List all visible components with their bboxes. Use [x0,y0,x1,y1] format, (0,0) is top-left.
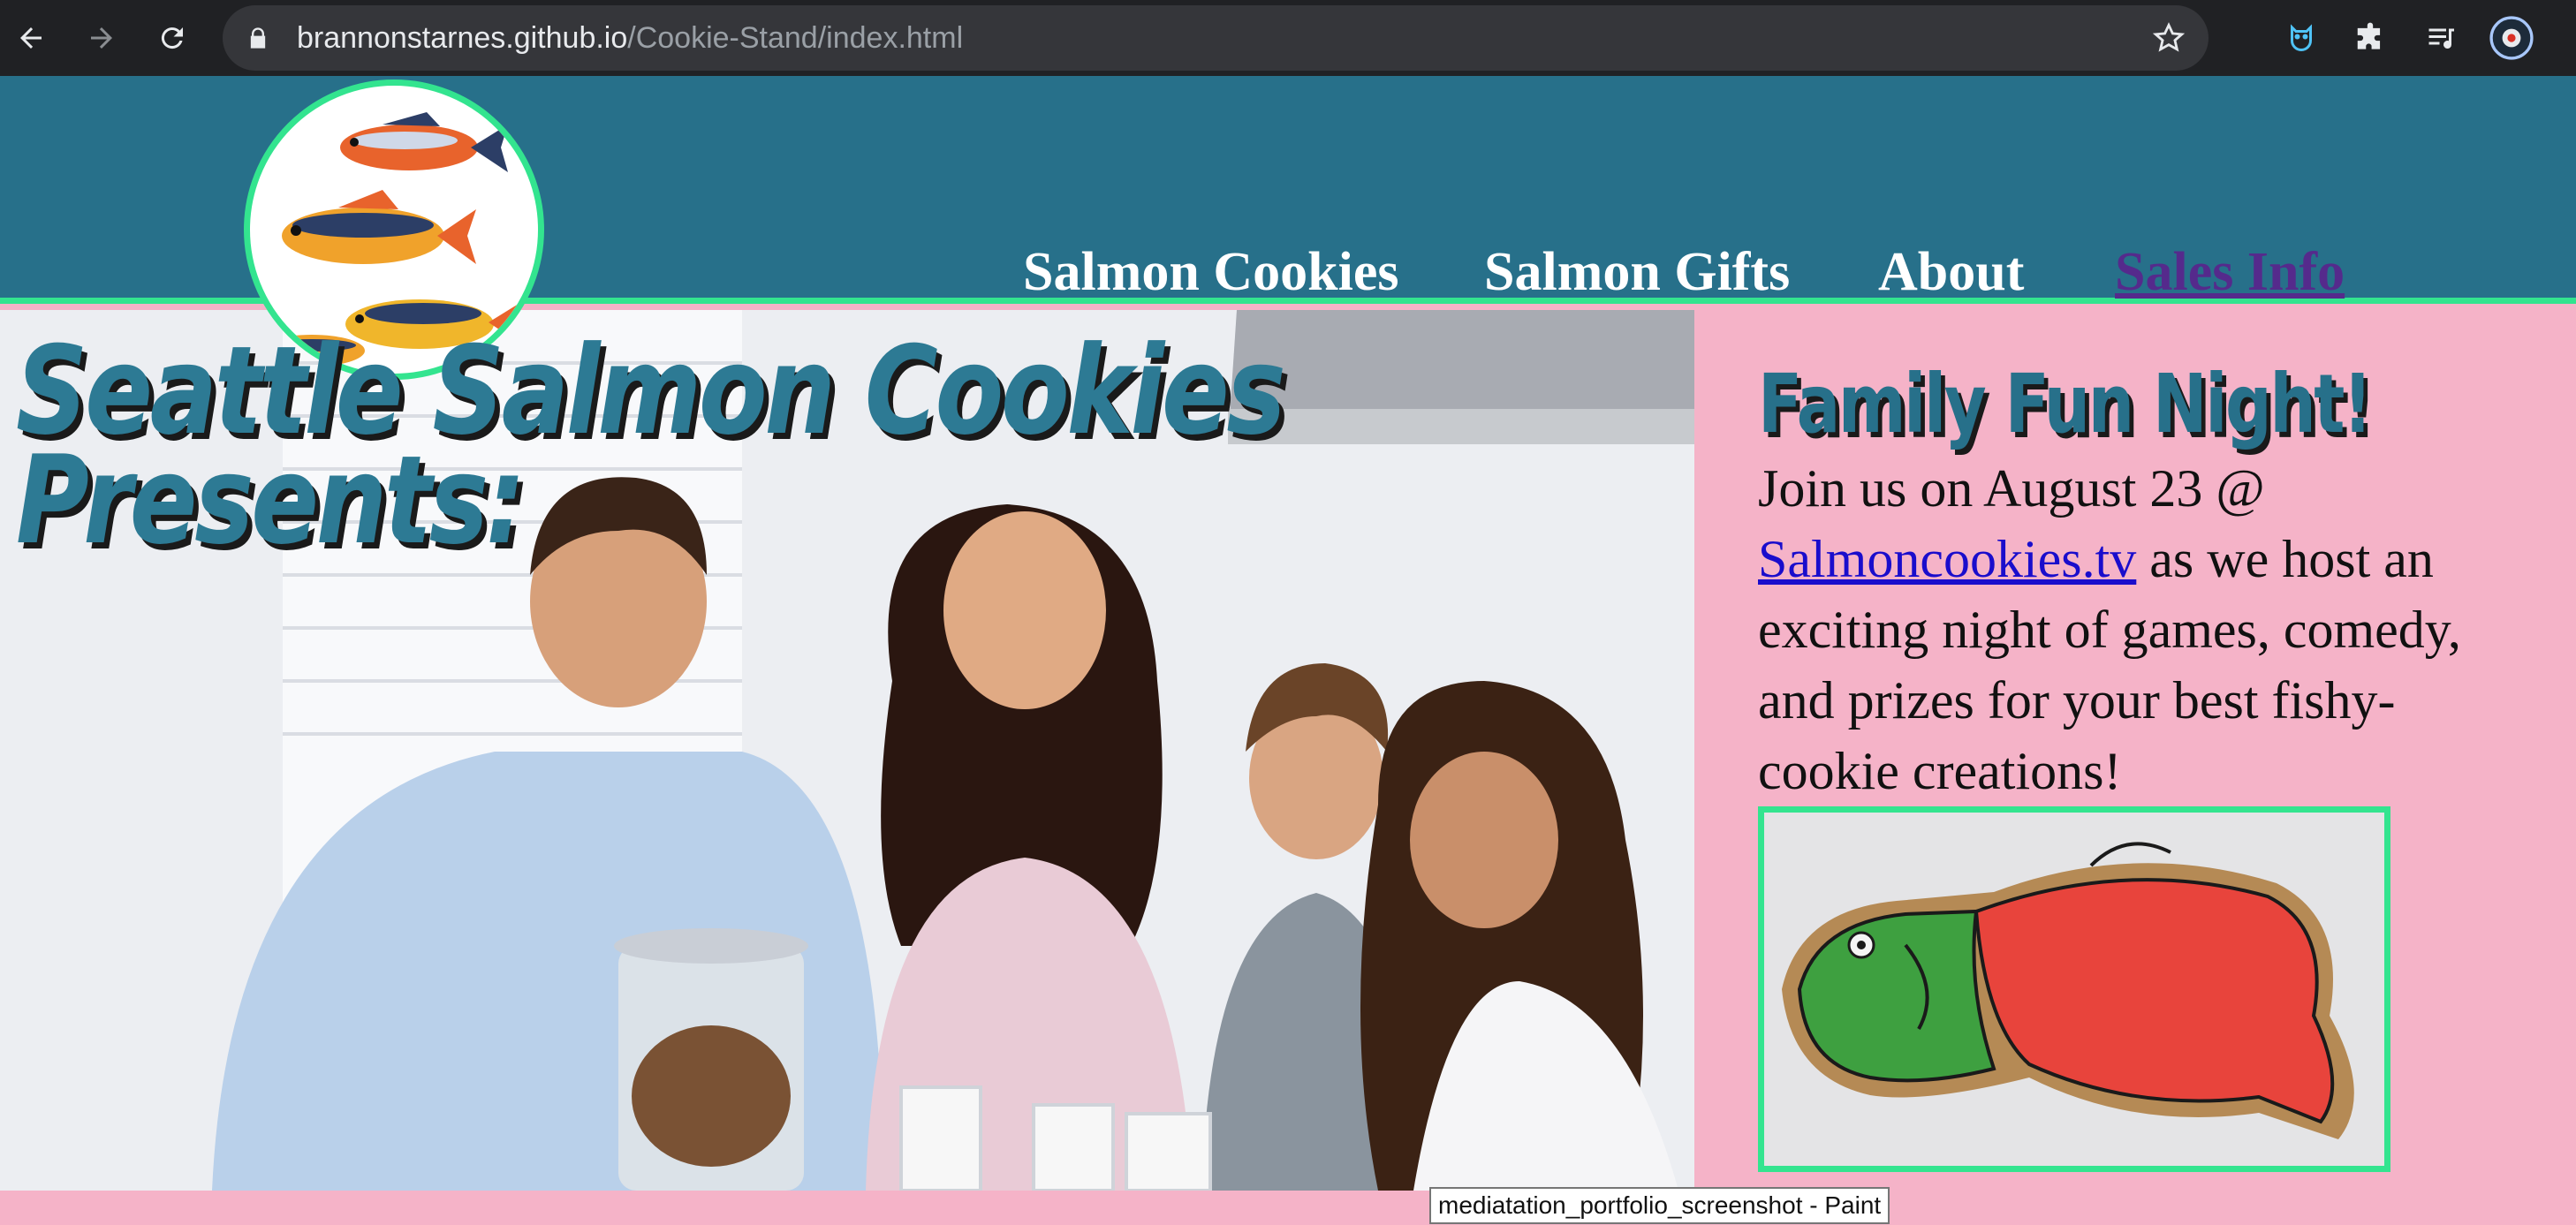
reload-button[interactable] [150,16,194,60]
nav-salmon-gifts-link[interactable]: Salmon Gifts [1484,237,1790,307]
forward-button[interactable] [80,16,124,60]
salmon-cookie-image [1758,806,2390,1172]
puzzle-icon[interactable] [2348,16,2392,60]
url-text[interactable]: brannonstarnes.github.io/Cookie-Stand/in… [297,19,963,57]
url-path: /Cookie-Stand/index.html [627,21,964,55]
lock-icon[interactable] [246,25,270,56]
back-button[interactable] [9,16,53,60]
event-text-before: Join us on August 23 @ [1758,459,2265,518]
salmon-cookie-icon [1764,813,2384,1166]
browser-toolbar: brannonstarnes.github.io/Cookie-Stand/in… [0,0,2576,76]
taskbar-tooltip: mediatation_portfolio_screenshot - Paint [1429,1187,1890,1224]
event-sidebar: Family Fun Night! Join us on August 23 @… [1694,310,2576,1191]
address-bar[interactable]: brannonstarnes.github.io/Cookie-Stand/in… [223,5,2209,71]
owl-extension-icon[interactable] [2279,16,2323,60]
hero-title: Seattle Salmon Cookies Presents: [16,330,1286,571]
event-description: Join us on August 23 @ Salmoncookies.tv … [1758,453,2518,806]
hero-title-line-2: Presents: [16,429,526,571]
bookmark-star-icon[interactable] [2152,21,2186,59]
nav-salmon-cookies-link[interactable]: Salmon Cookies [1023,237,1398,307]
salmoncookies-tv-link[interactable]: Salmoncookies.tv [1758,530,2136,588]
profile-avatar-icon[interactable] [2489,16,2534,60]
media-queue-icon[interactable] [2419,16,2463,60]
nav-about-link[interactable]: About [1878,237,2024,307]
url-host: brannonstarnes.github.io [297,21,628,55]
reload-icon [161,27,183,49]
hero-photo: Seattle Salmon Cookies Presents: [0,310,1694,1191]
arrow-right-icon [91,27,112,49]
nav-sales-info-link[interactable]: Sales Info [2115,237,2345,307]
arrow-left-icon [20,27,42,49]
event-title: Family Fun Night! [1758,357,2373,451]
